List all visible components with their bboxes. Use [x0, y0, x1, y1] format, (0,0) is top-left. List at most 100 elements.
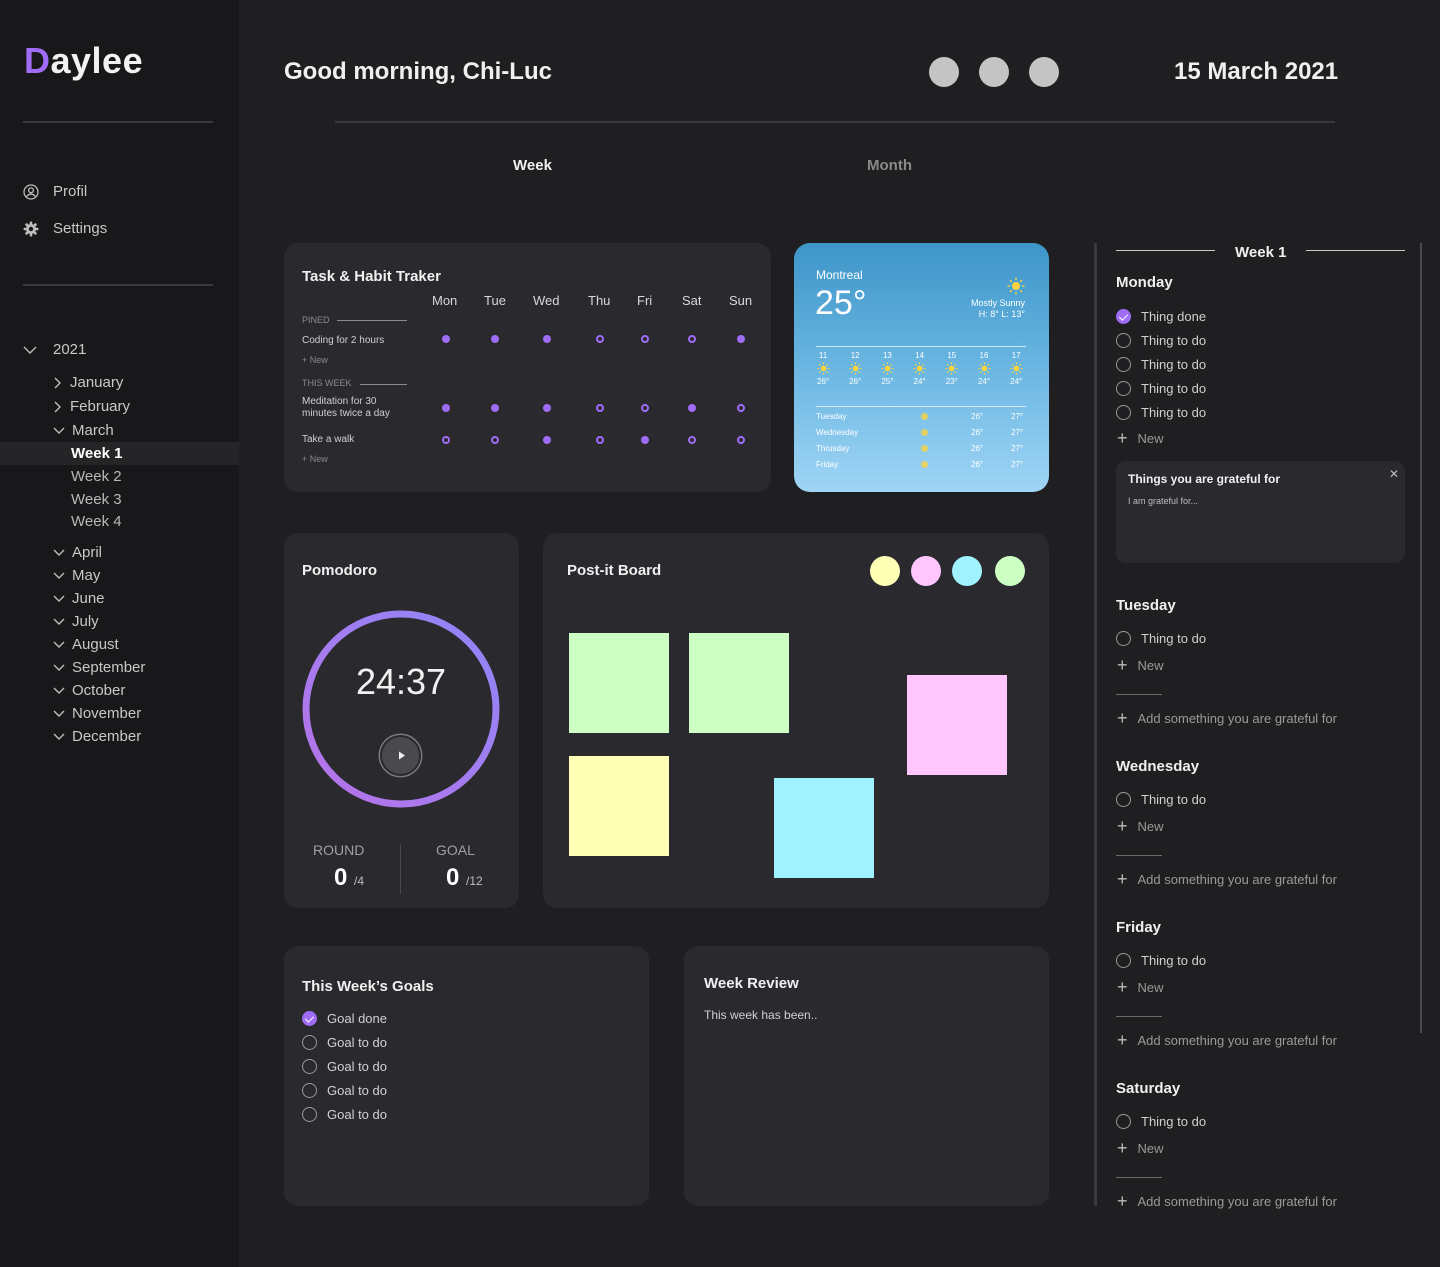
goal-label: Goal to do	[327, 1035, 387, 1050]
add-grateful-button[interactable]: + Add something you are grateful for	[1117, 870, 1337, 888]
day-low: 27°	[1011, 460, 1024, 469]
month-july[interactable]: July	[53, 613, 99, 630]
week-2-link[interactable]: Week 2	[71, 468, 122, 485]
task-item[interactable]: Thing to do	[1116, 953, 1206, 968]
habit-done-dot[interactable]	[491, 335, 499, 343]
habit-pending-dot[interactable]	[641, 404, 649, 412]
task-item[interactable]: Thing to do	[1116, 792, 1206, 807]
habit-day-header: Thu	[588, 293, 611, 308]
nav-settings[interactable]: Settings	[23, 220, 107, 237]
habit-pending-dot[interactable]	[641, 335, 649, 343]
task-item[interactable]: Thing done	[1116, 309, 1206, 324]
play-button[interactable]	[380, 735, 421, 776]
nav-profil[interactable]: Profil	[23, 183, 87, 200]
month-march[interactable]: March	[53, 422, 114, 439]
grateful-input[interactable]: I am grateful for...	[1128, 496, 1198, 506]
week-1-link[interactable]: Week 1	[71, 445, 122, 462]
postit-color-green[interactable]	[995, 556, 1025, 586]
postit-note[interactable]	[774, 778, 874, 878]
month-august[interactable]: August	[53, 636, 119, 653]
task-item[interactable]: Thing to do	[1116, 333, 1206, 348]
habit-pending-dot[interactable]	[688, 335, 696, 343]
habit-pending-dot[interactable]	[596, 335, 604, 343]
close-icon[interactable]: ✕	[1389, 467, 1399, 481]
header-circle-button[interactable]	[929, 57, 959, 87]
week-4-link[interactable]: Week 4	[71, 513, 122, 530]
add-grateful-button[interactable]: + Add something you are grateful for	[1117, 1192, 1337, 1210]
hourly-forecast: 11 26°	[811, 351, 835, 386]
habit-pending-dot[interactable]	[596, 436, 604, 444]
postit-note[interactable]	[569, 756, 669, 856]
month-november[interactable]: November	[53, 705, 141, 722]
week-review-text[interactable]: This week has been..	[704, 1008, 817, 1022]
habit-pending-dot[interactable]	[596, 404, 604, 412]
new-task-button[interactable]: + New	[1117, 978, 1164, 996]
postit-color-yellow[interactable]	[870, 556, 900, 586]
add-grateful-button[interactable]: + Add something you are grateful for	[1117, 1031, 1337, 1049]
logo: Daylee	[24, 40, 143, 82]
goal-item[interactable]: Goal to do	[302, 1059, 387, 1074]
habit-done-dot[interactable]	[543, 436, 551, 444]
year-toggle[interactable]: 2021	[23, 341, 86, 358]
hourly-forecast: 12 26°	[843, 351, 867, 386]
postit-note[interactable]	[569, 633, 669, 733]
postit-color-blue[interactable]	[952, 556, 982, 586]
habit-done-dot[interactable]	[641, 436, 649, 444]
goal-item[interactable]: Goal done	[302, 1011, 387, 1026]
new-task-button[interactable]: + New	[1117, 1139, 1164, 1157]
habit-done-dot[interactable]	[688, 404, 696, 412]
chevron-down-icon	[53, 618, 65, 625]
chevron-down-icon	[53, 710, 65, 717]
new-task-button[interactable]: + New	[1117, 429, 1164, 447]
postit-note[interactable]	[689, 633, 789, 733]
goal-item[interactable]: Goal to do	[302, 1083, 387, 1098]
month-october[interactable]: October	[53, 682, 125, 699]
month-february[interactable]: February	[53, 398, 130, 415]
plus-icon: +	[1117, 428, 1128, 448]
week-3-link[interactable]: Week 3	[71, 491, 122, 508]
habit-done-dot[interactable]	[442, 335, 450, 343]
tab-week[interactable]: Week	[513, 157, 552, 174]
postit-note[interactable]	[907, 675, 1007, 775]
new-task-button[interactable]: + New	[1117, 656, 1164, 674]
habit-done-dot[interactable]	[737, 335, 745, 343]
habit-done-dot[interactable]	[491, 404, 499, 412]
month-june[interactable]: June	[53, 590, 105, 607]
habit-done-dot[interactable]	[543, 404, 551, 412]
habit-label: Take a walk	[302, 434, 355, 445]
goal-item[interactable]: Goal to do	[302, 1107, 387, 1122]
task-item[interactable]: Thing to do	[1116, 1114, 1206, 1129]
month-january[interactable]: January	[53, 374, 123, 391]
header-circle-button[interactable]	[1029, 57, 1059, 87]
task-item[interactable]: Thing to do	[1116, 631, 1206, 646]
habit-pending-dot[interactable]	[442, 436, 450, 444]
daily-forecast-row: Wednesday 26° 27°	[816, 428, 1026, 440]
task-item[interactable]: Thing to do	[1116, 405, 1206, 420]
tab-month[interactable]: Month	[867, 157, 912, 174]
round-total: /4	[354, 874, 365, 888]
month-december[interactable]: December	[53, 728, 141, 745]
habit-pending-dot[interactable]	[737, 404, 745, 412]
task-item[interactable]: Thing to do	[1116, 381, 1206, 396]
postit-color-pink[interactable]	[911, 556, 941, 586]
task-item[interactable]: Thing to do	[1116, 357, 1206, 372]
header-circle-button[interactable]	[979, 57, 1009, 87]
habit-pending-dot[interactable]	[737, 436, 745, 444]
month-september[interactable]: September	[53, 659, 145, 676]
month-may[interactable]: May	[53, 567, 100, 584]
logo-text: aylee	[50, 40, 144, 81]
month-april[interactable]: April	[53, 544, 102, 561]
goal-item[interactable]: Goal to do	[302, 1035, 387, 1050]
scrollbar[interactable]	[1420, 243, 1422, 1033]
daily-forecast-row: Thrusday 26° 27°	[816, 444, 1026, 456]
add-grateful-button[interactable]: + Add something you are grateful for	[1117, 709, 1337, 727]
new-task-button[interactable]: + New	[1117, 817, 1164, 835]
habit-done-dot[interactable]	[543, 335, 551, 343]
habit-new-button[interactable]: + New	[302, 454, 328, 464]
chevron-down-icon	[53, 549, 65, 556]
habit-new-button[interactable]: + New	[302, 355, 328, 365]
habit-pending-dot[interactable]	[491, 436, 499, 444]
habit-pending-dot[interactable]	[688, 436, 696, 444]
day-low: 27°	[1011, 428, 1024, 437]
habit-done-dot[interactable]	[442, 404, 450, 412]
